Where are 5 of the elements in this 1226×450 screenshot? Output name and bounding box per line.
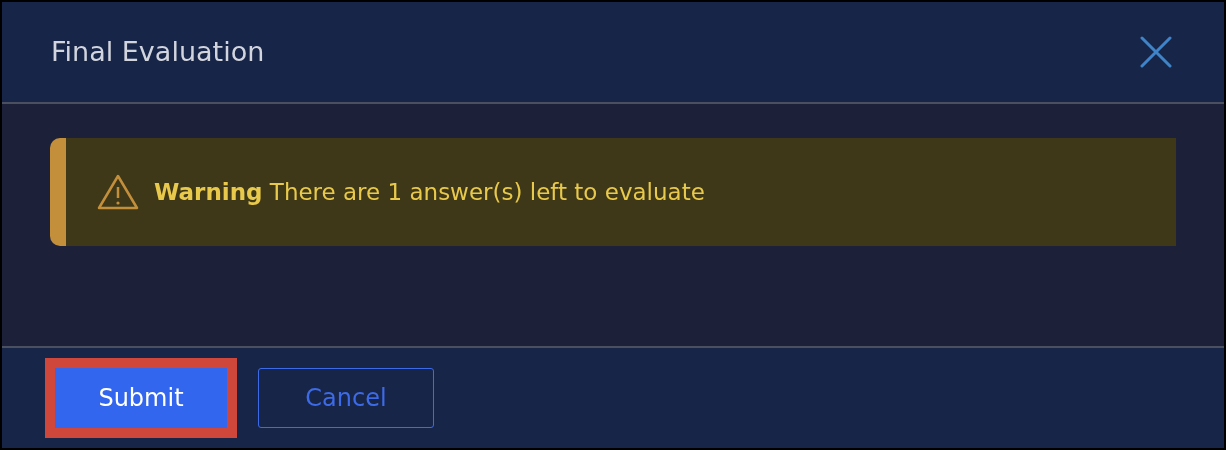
cancel-button[interactable]: Cancel xyxy=(258,368,434,428)
close-icon xyxy=(1140,36,1172,68)
warning-message: Warning There are 1 answer(s) left to evaluate xyxy=(154,177,705,207)
dialog-title: Final Evaluation xyxy=(51,34,265,69)
warning-icon xyxy=(96,173,140,211)
